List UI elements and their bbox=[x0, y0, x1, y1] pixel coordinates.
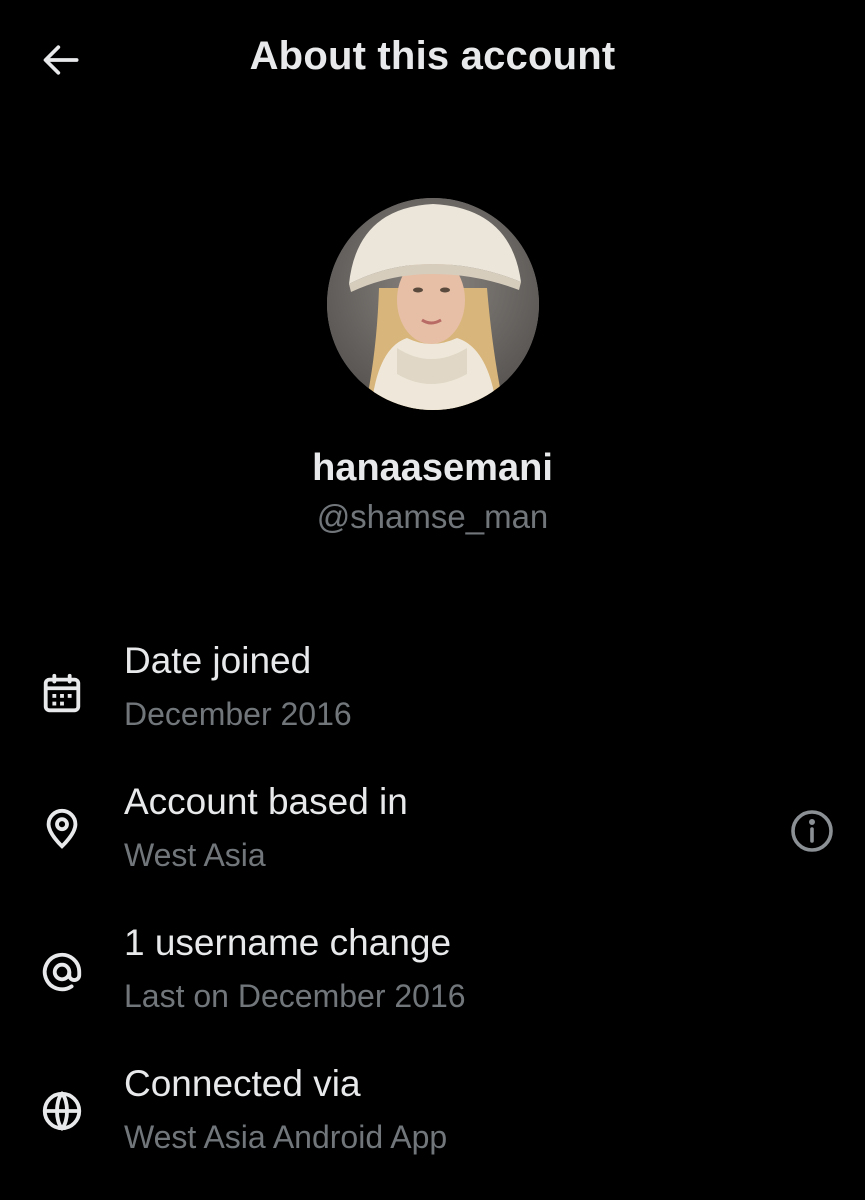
avatar[interactable] bbox=[327, 198, 539, 410]
detail-value: December 2016 bbox=[124, 696, 352, 732]
detail-label: Account based in bbox=[124, 781, 408, 822]
info-icon bbox=[791, 810, 833, 852]
detail-value: Last on December 2016 bbox=[124, 978, 466, 1014]
globe-icon bbox=[36, 1085, 88, 1137]
display-name: hanaasemani bbox=[312, 447, 553, 489]
detail-row-date-joined: Date joined December 2016 bbox=[0, 640, 865, 750]
info-button[interactable] bbox=[784, 803, 840, 859]
location-pin-icon bbox=[36, 803, 88, 855]
header-bar: About this account bbox=[0, 0, 865, 120]
detail-label: Date joined bbox=[124, 640, 312, 681]
page-title: About this account bbox=[249, 34, 616, 78]
detail-row-account-based-in: Account based in West Asia bbox=[0, 781, 865, 891]
detail-label: Connected via bbox=[124, 1063, 361, 1104]
detail-value: West Asia Android App bbox=[124, 1119, 448, 1155]
detail-label: 1 username change bbox=[124, 922, 452, 963]
avatar-image bbox=[327, 198, 539, 410]
detail-row-connected-via: Connected via West Asia Android App bbox=[0, 1063, 865, 1173]
detail-row-username-change: 1 username change Last on December 2016 bbox=[0, 922, 865, 1032]
calendar-icon bbox=[36, 668, 88, 720]
user-handle: @shamse_man bbox=[316, 498, 549, 535]
at-sign-icon bbox=[36, 946, 88, 998]
detail-value: West Asia bbox=[124, 837, 266, 873]
